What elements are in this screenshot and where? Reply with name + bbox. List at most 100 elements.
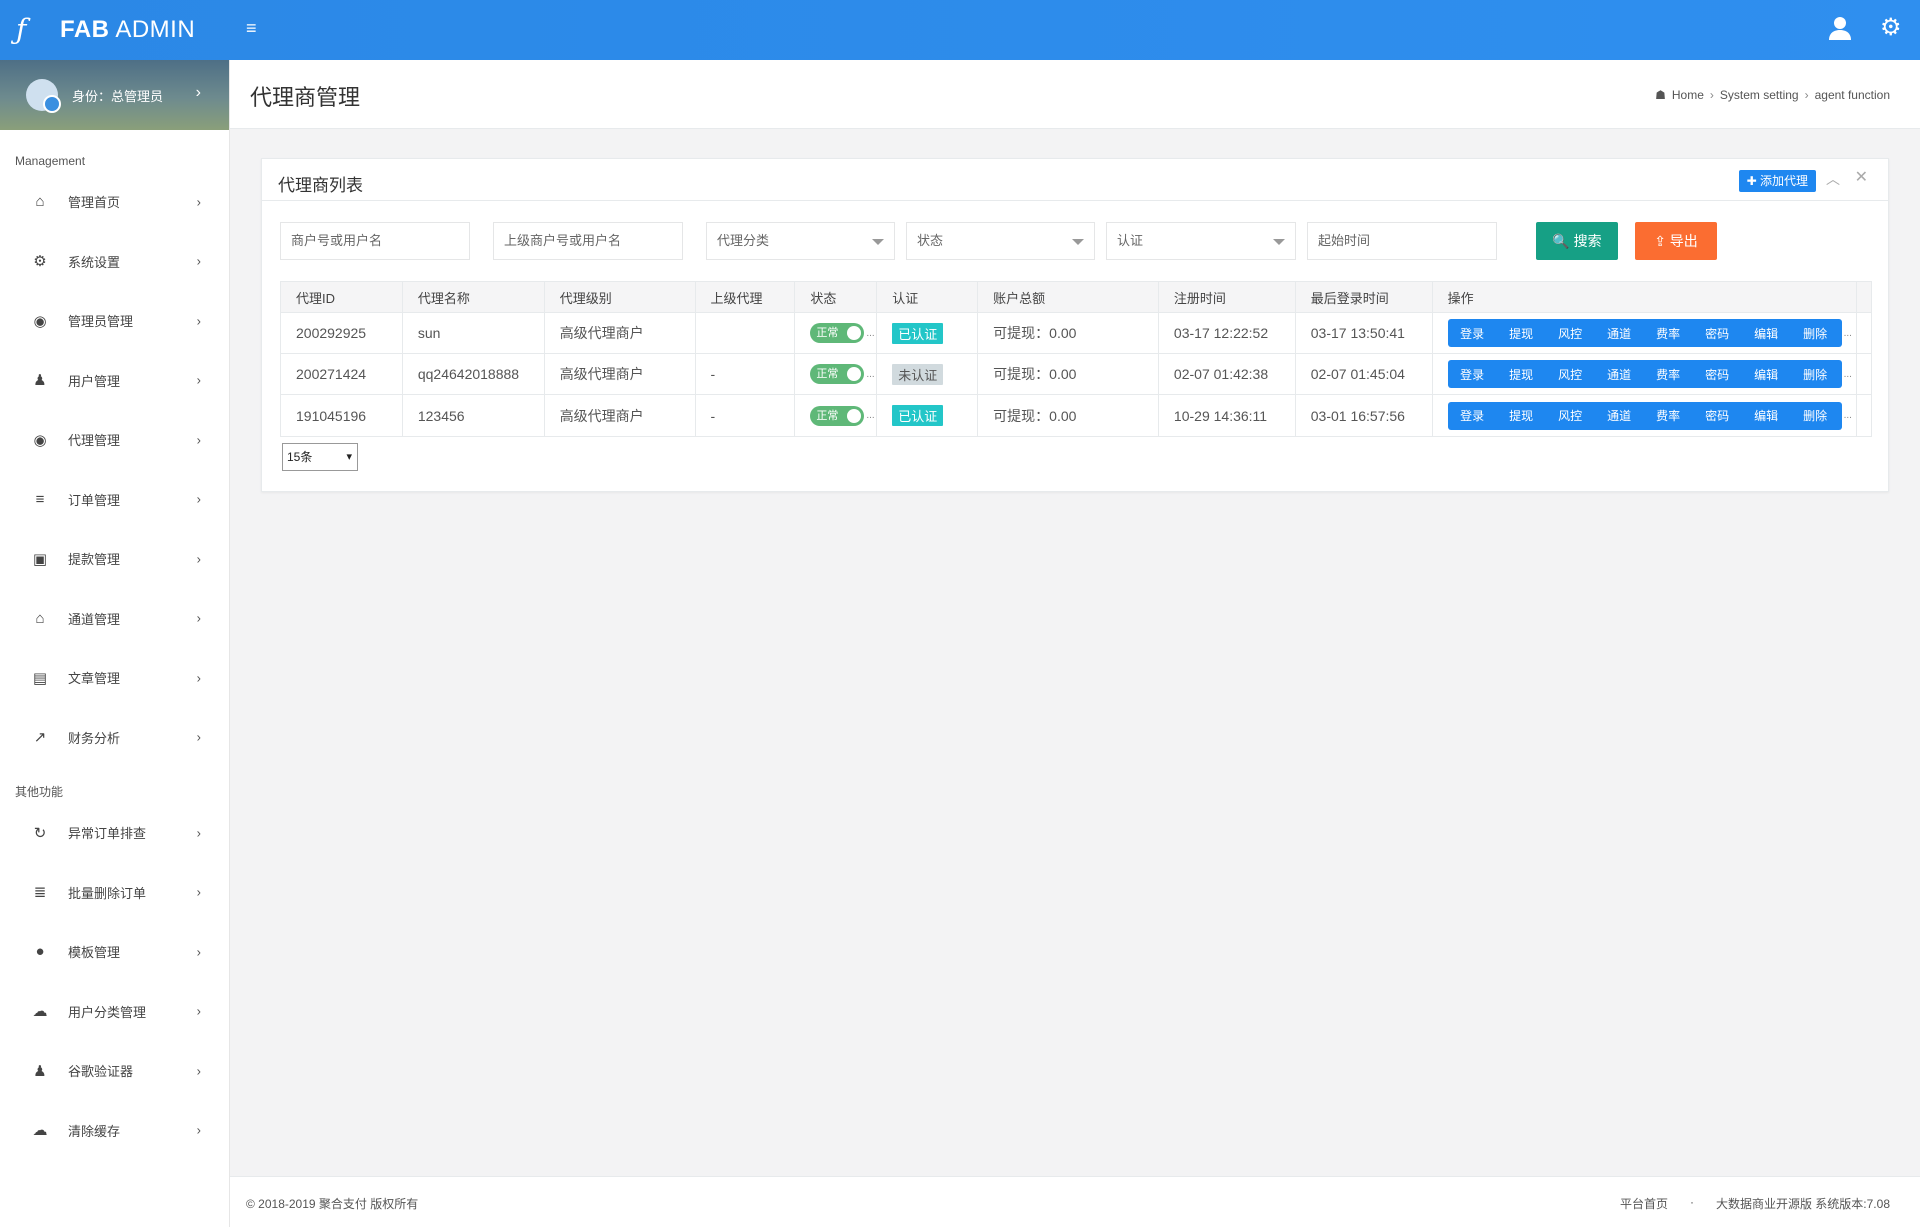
op-button[interactable]: 费率 — [1644, 325, 1693, 342]
auth-badge: 已认证 — [892, 322, 944, 344]
nav-icon: ☁ — [32, 1003, 48, 1021]
nav-group-management: ⌂ 管理首页 › ⚙ 系统设置 › ◉ 管理员管理 › ♟ 用户管理 › ◉ 代理管理 › ≡ 订单管理 › ▣ 提款… — [0, 172, 229, 767]
status-select[interactable]: 状态 — [906, 222, 1095, 260]
sidebar-item[interactable]: ◉ 代理管理 › — [0, 410, 229, 470]
auth-badge: 未认证 — [892, 363, 944, 385]
add-agent-button[interactable]: ✚ 添加代理 — [1738, 170, 1816, 192]
op-button[interactable]: 通道 — [1595, 366, 1644, 383]
op-button[interactable]: 登录 — [1448, 325, 1497, 342]
close-icon[interactable]: ✕ — [1855, 167, 1868, 187]
sidebar-item[interactable]: ▣ 提款管理 › — [0, 529, 229, 589]
sidebar-item[interactable]: ◉ 管理员管理 › — [0, 291, 229, 351]
row-spacer — [1857, 313, 1871, 353]
panel-title: 代理商列表 — [278, 176, 363, 195]
op-button[interactable]: 登录 — [1448, 407, 1497, 424]
op-button[interactable]: 编辑 — [1742, 407, 1791, 424]
op-button[interactable]: 费率 — [1644, 407, 1693, 424]
sidebar-item[interactable]: ☁ 清除缓存 › — [0, 1101, 229, 1161]
op-button[interactable]: 风控 — [1546, 325, 1595, 342]
breadcrumb-home[interactable]: Home — [1672, 88, 1704, 102]
chevron-right-icon: › — [196, 670, 201, 686]
sidebar-item-label: 通道管理 — [68, 611, 121, 627]
user-icon[interactable] — [1826, 14, 1854, 42]
sidebar-item[interactable]: ▤ 文章管理 › — [0, 648, 229, 708]
start-time-input[interactable]: 起始时间 — [1307, 222, 1497, 260]
register-time: 10-29 14:36:11 — [1159, 395, 1296, 436]
sidebar-item[interactable]: ↻ 异常订单排查 › — [0, 803, 229, 863]
status-toggle[interactable]: 正常 — [810, 364, 865, 384]
merchant-input[interactable]: 商户号或用户名 — [280, 222, 470, 260]
sidebar-item[interactable]: ⚙ 系统设置 › — [0, 232, 229, 292]
nav-icon: ≡ — [35, 490, 45, 508]
nav-icon: ☁ — [32, 1122, 48, 1140]
balance: 可提现：0.00 — [978, 395, 1159, 436]
footer-version: 大数据商业开源版 系统版本:7.08 — [1715, 1197, 1890, 1211]
footer-link-home[interactable]: 平台首页 — [1620, 1195, 1668, 1212]
brand[interactable]: ƒ FAB ADMIN — [0, 0, 230, 60]
table-header-row: 代理ID 代理名称 代理级别 上级代理 状态 认证 账户总额 注册时间 最后登录… — [281, 282, 1871, 313]
nav-icon: ↻ — [33, 824, 47, 842]
auth-select[interactable]: 认证 — [1106, 222, 1296, 260]
chevron-right-icon: › — [196, 944, 201, 960]
sidebar-item[interactable]: ≣ 批量删除订单 › — [0, 863, 229, 923]
op-button[interactable]: 编辑 — [1742, 325, 1791, 342]
op-button[interactable]: 删除 — [1791, 325, 1840, 342]
op-button[interactable]: 登录 — [1448, 366, 1497, 383]
operations-cell: 登录 提现 风控 通道 费率 密码 编辑 删除... — [1433, 354, 1857, 394]
profile-panel[interactable]: 身份：总管理员 › — [0, 60, 229, 130]
sidebar-item[interactable]: ≡ 订单管理 › — [0, 470, 229, 530]
table-row: 200271424 qq24642018888 高级代理商户 - 正常... 未认证 可提现… — [281, 354, 1871, 395]
agent-id: 200292925 — [281, 313, 403, 353]
op-button[interactable]: 通道 — [1595, 407, 1644, 424]
op-button[interactable]: 通道 — [1595, 325, 1644, 342]
sidebar-item[interactable]: ↗ 财务分析 › — [0, 708, 229, 768]
sidebar-item[interactable]: ⌂ 管理首页 › — [0, 172, 229, 232]
chevron-right-icon: › — [196, 253, 201, 269]
last-login-time: 03-01 16:57:56 — [1296, 395, 1433, 436]
op-button[interactable]: 风控 — [1546, 407, 1595, 424]
sidebar-item[interactable]: ⌂ 通道管理 › — [0, 589, 229, 649]
breadcrumb-system-setting[interactable]: System setting — [1720, 88, 1799, 102]
auth-cell: 已认证 — [877, 313, 979, 353]
op-button[interactable]: 密码 — [1693, 407, 1742, 424]
op-button[interactable]: 密码 — [1693, 366, 1742, 383]
more-dots: ... — [1843, 327, 1852, 339]
column-header: 上级代理 — [696, 282, 796, 312]
parent-agent: - — [696, 354, 796, 394]
gear-icon[interactable]: ⚙ — [1880, 15, 1906, 41]
sidebar-item[interactable]: ♟ 谷歌验证器 › — [0, 1041, 229, 1101]
column-header: 操作 — [1433, 282, 1857, 312]
page-size-select[interactable]: 15条 — [282, 443, 358, 471]
section-title-management: Management — [15, 154, 86, 168]
category-select[interactable]: 代理分类 — [706, 222, 895, 260]
sidebar-item[interactable]: ♟ 用户管理 › — [0, 351, 229, 411]
op-button[interactable]: 删除 — [1791, 407, 1840, 424]
brand-logo-icon: ƒ — [16, 13, 27, 46]
op-button[interactable]: 费率 — [1644, 366, 1693, 383]
status-toggle[interactable]: 正常 — [810, 323, 865, 343]
op-button[interactable]: 提现 — [1497, 407, 1546, 424]
nav-icon: ♟ — [33, 1062, 47, 1080]
status-toggle[interactable]: 正常 — [810, 405, 865, 426]
export-button[interactable]: ⇪ 导出 — [1635, 222, 1717, 260]
op-button[interactable]: 提现 — [1497, 366, 1546, 383]
sidebar-item[interactable]: ● 模板管理 › — [0, 922, 229, 982]
balance: 可提现：0.00 — [978, 354, 1159, 394]
op-button[interactable]: 删除 — [1791, 366, 1840, 383]
sidebar-item[interactable]: ☁ 用户分类管理 › — [0, 982, 229, 1042]
column-header: 状态 — [795, 282, 878, 312]
sidebar-item-label: 用户管理 — [68, 373, 121, 389]
menu-toggle-icon[interactable]: ≡ — [246, 18, 266, 42]
op-button[interactable]: 密码 — [1693, 325, 1742, 342]
collapse-icon[interactable]: ︿ — [1826, 169, 1840, 189]
sidebar-item-label: 异常订单排查 — [68, 826, 147, 842]
last-login-time: 03-17 13:50:41 — [1296, 313, 1433, 353]
sidebar-item-label: 提款管理 — [68, 552, 121, 568]
profile-role: 身份：总管理员 — [72, 88, 164, 104]
parent-merchant-input[interactable]: 上级商户号或用户名 — [493, 222, 683, 260]
breadcrumb-current: agent function — [1814, 88, 1890, 102]
op-button[interactable]: 编辑 — [1742, 366, 1791, 383]
op-button[interactable]: 风控 — [1546, 366, 1595, 383]
op-button[interactable]: 提现 — [1497, 325, 1546, 342]
search-button[interactable]: 🔍 搜索 — [1536, 222, 1618, 260]
